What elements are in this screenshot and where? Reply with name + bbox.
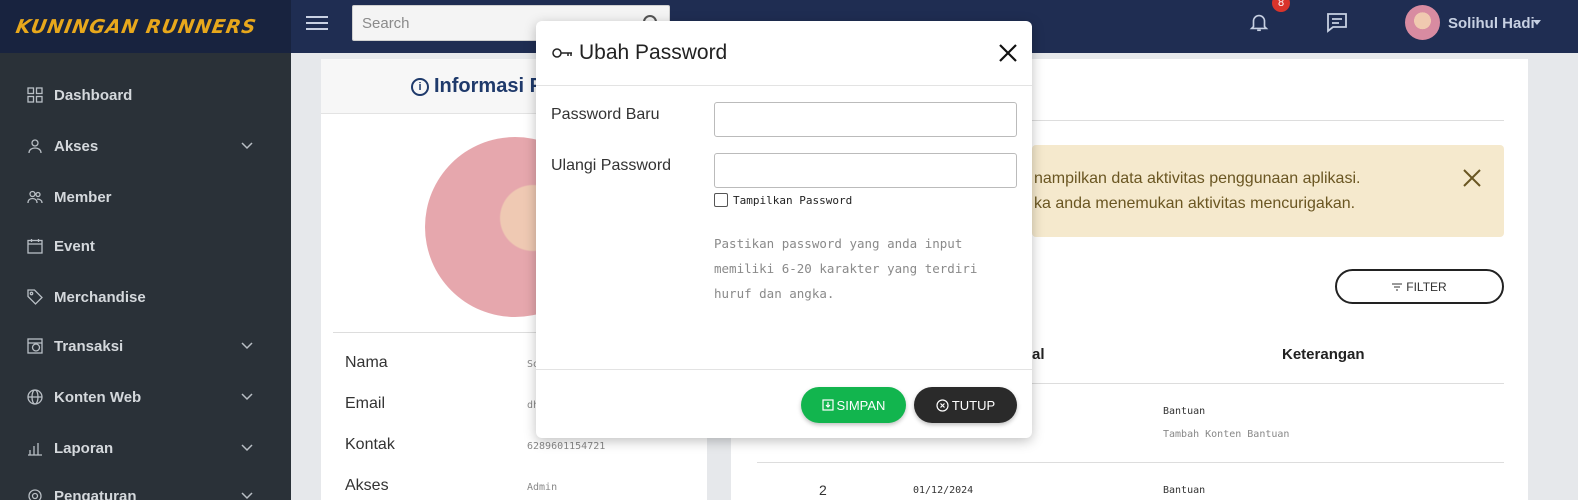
- new-password-field[interactable]: [714, 102, 1017, 137]
- table-cell-no: 2: [819, 482, 827, 498]
- table-cell-ket: Bantuan: [1163, 406, 1206, 417]
- profile-value-kontak: 6289601154721: [527, 441, 606, 452]
- key-icon: [552, 48, 572, 58]
- sidebar-item-transaksi[interactable]: Transaksi: [0, 324, 291, 368]
- table-cell-ket: Bantuan: [1163, 485, 1206, 496]
- table-cell-sub: Tambah Konten Bantuan: [1163, 429, 1290, 440]
- change-password-modal: Ubah Password Password Baru Ulangi Passw…: [536, 21, 1032, 438]
- modal-title: Ubah Password: [552, 41, 727, 65]
- profile-label-akses: Akses: [345, 477, 389, 494]
- sidebar-item-pengaturan[interactable]: Pengaturan: [0, 474, 291, 500]
- sidebar-item-label: Akses: [54, 137, 99, 155]
- sidebar-item-label: Konten Web: [54, 388, 142, 406]
- sidebar-item-label: Event: [54, 237, 95, 255]
- avatar[interactable]: [1405, 5, 1440, 40]
- close-label: TUTUP: [951, 397, 996, 413]
- tag-icon: [27, 289, 43, 305]
- divider: [757, 462, 1504, 463]
- chevron-down-icon: [241, 492, 253, 500]
- sidebar-item-label: Laporan: [54, 439, 114, 457]
- filter-icon: [1392, 283, 1403, 290]
- chevron-down-icon: [241, 142, 253, 150]
- profile-label-kontak: Kontak: [345, 436, 395, 453]
- info-icon: i: [411, 77, 429, 96]
- sidebar-item-laporan[interactable]: Laporan: [0, 426, 291, 470]
- save-icon: [821, 399, 834, 411]
- sidebar-item-konten-web[interactable]: Konten Web: [0, 375, 291, 419]
- chevron-down-icon: [241, 342, 253, 350]
- globe-icon: [27, 389, 43, 405]
- filter-label: FILTER: [1406, 279, 1447, 294]
- alert-text-line1: nampilkan data aktivitas penggunaan apli…: [1034, 170, 1361, 187]
- show-password-checkbox[interactable]: [714, 193, 728, 207]
- save-button[interactable]: SIMPAN: [801, 387, 906, 423]
- divider: [536, 369, 1032, 370]
- sidebar-item-label: Pengaturan: [54, 487, 137, 500]
- chevron-down-icon: [241, 393, 253, 401]
- brand-text: KUNINGAN RUNNERS: [14, 15, 259, 38]
- info-alert: [1032, 145, 1504, 237]
- user-icon: [28, 139, 42, 154]
- sidebar-item-event[interactable]: Event: [0, 224, 291, 268]
- menu-toggle-icon[interactable]: [306, 12, 328, 32]
- transaction-icon: [27, 338, 43, 354]
- column-header-keterangan: Keterangan: [1282, 346, 1365, 363]
- sidebar: Dashboard Akses Member Event Merchandise…: [0, 53, 291, 500]
- profile-label-nama: Nama: [345, 354, 388, 371]
- divider: [1032, 120, 1504, 121]
- calendar-icon: [27, 239, 43, 254]
- brand-logo[interactable]: KUNINGAN RUNNERS: [0, 0, 291, 53]
- modal-header: Ubah Password: [536, 21, 1032, 86]
- close-icon[interactable]: [1462, 168, 1482, 188]
- profile-card-title: i Informasi P: [411, 75, 543, 98]
- repeat-password-label: Ulangi Password: [551, 157, 672, 174]
- gear-icon: [28, 489, 42, 500]
- sidebar-item-dashboard[interactable]: Dashboard: [0, 73, 291, 117]
- repeat-password-field[interactable]: [714, 153, 1017, 188]
- chat-icon[interactable]: [1325, 10, 1349, 34]
- sidebar-item-member[interactable]: Member: [0, 175, 291, 219]
- chevron-down-icon: [241, 444, 253, 452]
- sidebar-item-label: Member: [54, 188, 112, 206]
- grid-icon: [27, 87, 43, 103]
- alert-text-line2: ka anda menemukan aktivitas mencurigakan…: [1034, 195, 1356, 212]
- profile-value-akses: Admin: [527, 482, 558, 493]
- password-hint: Pastikan password yang anda input memili…: [714, 236, 978, 301]
- chevron-down-icon[interactable]: [1533, 20, 1541, 25]
- sidebar-item-merchandise[interactable]: Merchandise: [0, 275, 291, 319]
- new-password-label: Password Baru: [551, 106, 660, 123]
- column-header-tanggal: al: [1032, 346, 1045, 363]
- close-button[interactable]: TUTUP: [914, 387, 1017, 423]
- close-icon[interactable]: [997, 42, 1019, 64]
- sidebar-item-label: Dashboard: [54, 86, 133, 104]
- bell-icon[interactable]: [1248, 10, 1270, 34]
- sidebar-item-label: Merchandise: [54, 288, 146, 306]
- users-icon: [27, 190, 43, 204]
- table-cell-date: 01/12/2024: [913, 485, 974, 496]
- filter-button[interactable]: FILTER: [1335, 269, 1504, 304]
- profile-card-title-text: Informasi P: [434, 75, 543, 97]
- save-label: SIMPAN: [836, 397, 886, 413]
- modal-title-text: Ubah Password: [579, 41, 728, 64]
- sidebar-item-akses[interactable]: Akses: [0, 124, 291, 168]
- chart-icon: [28, 443, 42, 456]
- close-circle-icon: [936, 398, 949, 412]
- user-name[interactable]: Solihul Hadi: [1448, 15, 1535, 32]
- show-password-label[interactable]: Tampilkan Password: [733, 194, 852, 207]
- sidebar-item-label: Transaksi: [54, 337, 124, 355]
- profile-label-email: Email: [345, 395, 386, 412]
